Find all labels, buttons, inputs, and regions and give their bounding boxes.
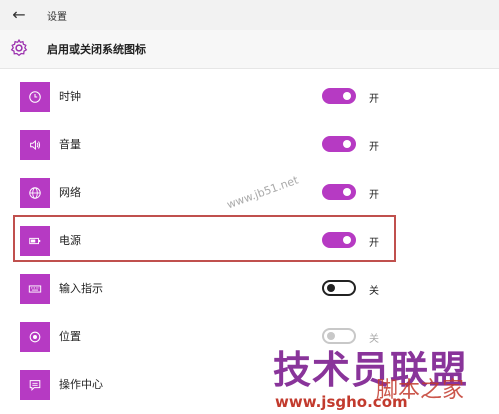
back-arrow-icon[interactable]: ←	[9, 5, 29, 25]
toggle-state-text: 关	[369, 286, 379, 297]
item-volume: 音量 开	[14, 130, 396, 174]
page-header: 启用或关闭系统图标	[0, 30, 499, 69]
toggle-knob	[343, 140, 351, 148]
item-label: 操作中心	[59, 378, 103, 391]
title-bar: ← 设置	[0, 0, 499, 30]
volume-toggle[interactable]	[322, 136, 356, 152]
item-label: 音量	[59, 138, 81, 151]
input-indicator-toggle[interactable]	[322, 280, 356, 296]
action-center-icon	[20, 370, 50, 400]
keyboard-icon	[20, 274, 50, 304]
item-label: 网络	[59, 186, 81, 199]
clock-icon	[20, 82, 50, 112]
toggle-knob	[343, 92, 351, 100]
watermark-url: www.jsgho.com	[275, 393, 408, 411]
item-input-indicator: 输入指示 关	[14, 274, 396, 318]
network-toggle[interactable]	[322, 184, 356, 200]
gear-icon	[9, 38, 29, 58]
item-label: 时钟	[59, 90, 81, 103]
location-icon	[20, 322, 50, 352]
item-label: 位置	[59, 330, 81, 343]
toggle-state-text: 开	[369, 142, 379, 153]
network-globe-icon	[20, 178, 50, 208]
window-title: 设置	[47, 12, 67, 23]
item-clock: 时钟 开	[14, 82, 396, 126]
page-title: 启用或关闭系统图标	[47, 43, 146, 56]
toggle-state-text: 开	[369, 190, 379, 201]
volume-icon	[20, 130, 50, 160]
clock-toggle[interactable]	[322, 88, 356, 104]
toggle-state-text: 开	[369, 94, 379, 105]
highlight-box	[13, 215, 396, 262]
item-label: 输入指示	[59, 282, 103, 295]
toggle-knob	[343, 188, 351, 196]
toggle-knob	[327, 284, 335, 292]
